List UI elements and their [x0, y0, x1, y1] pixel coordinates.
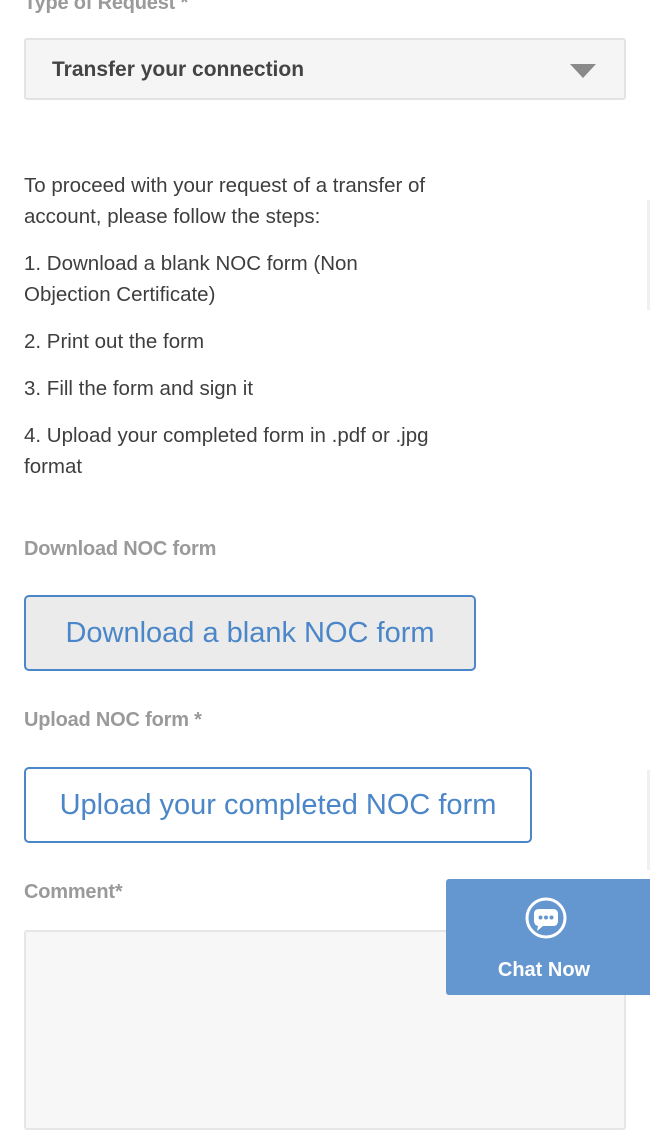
download-noc-label: Download NOC form: [24, 538, 217, 560]
required-mark: *: [180, 0, 189, 14]
type-of-request-label: Type of Request *: [24, 0, 188, 15]
instruction-step: 4. Upload your completed form in .pdf or…: [24, 424, 429, 478]
download-blank-noc-button[interactable]: Download a blank NOC form: [24, 595, 476, 671]
upload-noc-label-text: Upload NOC form: [24, 709, 189, 731]
comment-label: Comment*: [24, 881, 123, 903]
chat-now-button[interactable]: Chat Now: [446, 879, 650, 995]
chevron-down-icon: [570, 64, 596, 78]
upload-noc-button[interactable]: Upload your completed NOC form: [24, 767, 532, 843]
required-mark: *: [194, 709, 202, 731]
chat-bubble-icon: [525, 897, 567, 939]
instruction-step: 2. Print out the form: [24, 330, 205, 353]
upload-noc-label: Upload NOC form *: [24, 709, 202, 732]
instruction-step: 3. Fill the form and sign it: [24, 377, 254, 400]
chat-now-label: Chat Now: [497, 959, 591, 981]
type-of-request-select[interactable]: Transfer your connection: [24, 38, 626, 100]
type-of-request-label-text: Type of Request: [24, 0, 176, 14]
instruction-step: 1. Download a blank NOC form (Non Object…: [24, 252, 358, 306]
instructions-intro: To proceed with your request of a transf…: [24, 174, 426, 228]
selected-request-type: Transfer your connection: [52, 58, 305, 81]
